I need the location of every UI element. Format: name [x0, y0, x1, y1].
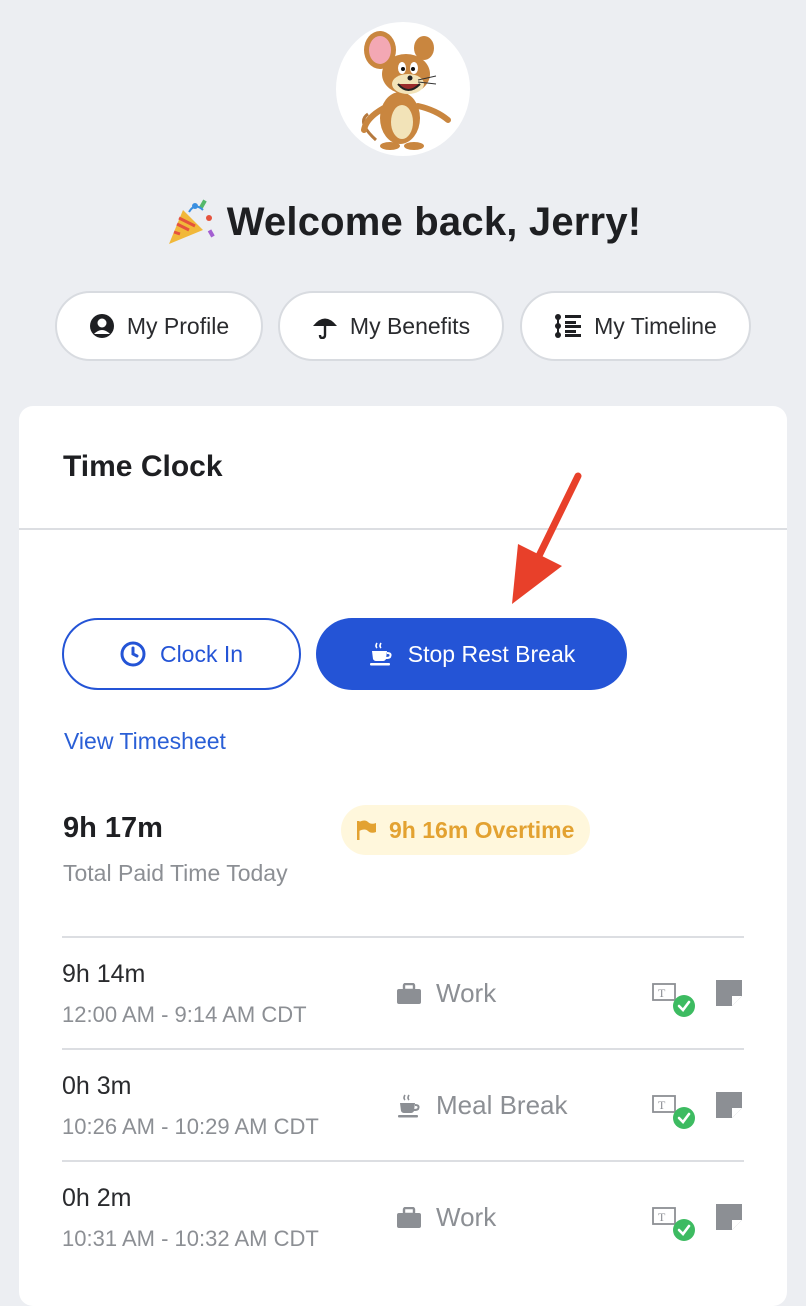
briefcase-icon	[397, 982, 421, 1004]
my-timeline-label: My Timeline	[594, 312, 717, 339]
jerry-mouse-avatar	[361, 31, 451, 150]
note-icon[interactable]	[716, 980, 742, 1011]
stop-rest-break-button[interactable]: Stop Rest Break	[316, 618, 627, 690]
entry-duration: 0h 3m	[62, 1072, 132, 1100]
clock-icon	[120, 641, 146, 667]
note-icon[interactable]	[716, 1092, 742, 1123]
timesheet-approved-icon[interactable]: T	[652, 982, 696, 1023]
entry-range: 10:31 AM - 10:32 AM CDT	[62, 1226, 319, 1251]
clock-in-button[interactable]: Clock In	[62, 618, 301, 690]
my-profile-label: My Profile	[126, 312, 230, 339]
my-timeline-button[interactable]: My Timeline	[520, 291, 751, 361]
flag-icon	[357, 820, 376, 840]
timesheet-approved-icon[interactable]: T	[652, 1094, 696, 1135]
note-icon[interactable]	[716, 1204, 742, 1235]
svg-text:T: T	[658, 1098, 666, 1112]
avatar[interactable]	[336, 22, 470, 156]
coffee-icon	[369, 642, 392, 666]
welcome-heading: Welcome back, Jerry!	[0, 196, 806, 248]
overtime-text: 9h 16m Overtime	[389, 816, 575, 843]
entry-type: Work	[396, 1202, 496, 1233]
timesheet-approved-icon[interactable]: T	[652, 1206, 696, 1247]
entry-type-label: Work	[436, 978, 497, 1008]
entry-range: 12:00 AM - 9:14 AM CDT	[62, 1002, 307, 1027]
time-entry-row[interactable]: 0h 3m 10:26 AM - 10:29 AM CDT Meal Break…	[62, 1048, 744, 1160]
time-clock-card: Time Clock Clock In Stop Rest Break View…	[19, 406, 787, 1306]
coffee-icon	[398, 1094, 420, 1117]
entry-type-label: Meal Break	[436, 1090, 568, 1120]
annotation-arrow-icon	[512, 472, 582, 604]
my-benefits-button[interactable]: My Benefits	[278, 291, 504, 361]
profile-icon	[89, 314, 114, 338]
welcome-text: Welcome back, Jerry!	[226, 199, 642, 244]
my-profile-button[interactable]: My Profile	[55, 291, 263, 361]
time-entry-row[interactable]: 0h 2m 10:31 AM - 10:32 AM CDT Work T	[62, 1160, 744, 1272]
entry-duration: 9h 14m	[62, 960, 146, 988]
umbrella-icon	[312, 318, 337, 339]
stop-rest-break-label: Stop Rest Break	[407, 640, 576, 667]
party-popper-icon	[168, 199, 215, 244]
timeline-icon	[555, 314, 582, 338]
divider	[19, 528, 787, 530]
entry-type-label: Work	[436, 1202, 497, 1232]
entry-type: Work	[396, 978, 496, 1009]
entry-type: Meal Break	[396, 1090, 568, 1121]
total-paid-time-label: Total Paid Time Today	[63, 860, 288, 886]
my-benefits-label: My Benefits	[349, 312, 471, 339]
briefcase-icon	[397, 1206, 421, 1228]
svg-text:T: T	[658, 986, 666, 1000]
time-entry-row[interactable]: 9h 14m 12:00 AM - 9:14 AM CDT Work T	[62, 936, 744, 1048]
entry-duration: 0h 2m	[62, 1184, 132, 1212]
clock-in-label: Clock In	[159, 640, 244, 667]
total-paid-time-value: 9h 17m	[63, 812, 163, 844]
time-clock-title: Time Clock	[63, 450, 223, 483]
entry-range: 10:26 AM - 10:29 AM CDT	[62, 1114, 319, 1139]
view-timesheet-link[interactable]: View Timesheet	[64, 728, 226, 755]
overtime-badge: 9h 16m Overtime	[341, 805, 591, 855]
svg-text:T: T	[658, 1210, 666, 1224]
